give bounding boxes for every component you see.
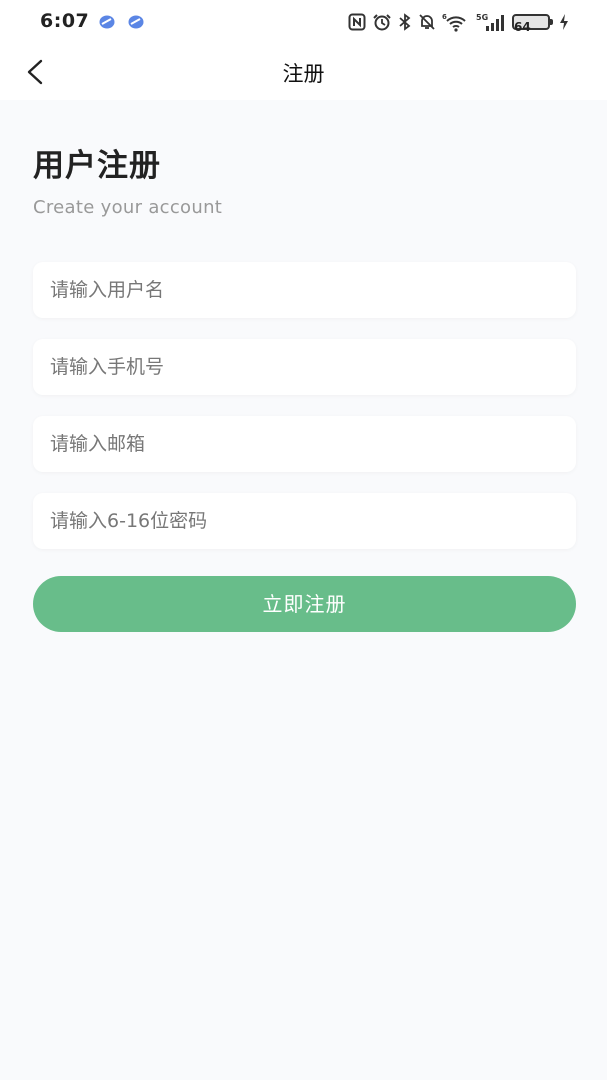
phone-field — [33, 339, 576, 395]
bluetooth-icon — [399, 13, 411, 31]
password-field — [33, 493, 576, 549]
phone-input[interactable] — [33, 339, 576, 395]
status-bar: 6:07 6 5G 64 — [0, 0, 607, 44]
battery-level: 64 — [514, 20, 531, 34]
wifi-badge: 6 — [442, 13, 447, 21]
network-type: 5G — [476, 13, 488, 22]
username-field — [33, 262, 576, 318]
password-input[interactable] — [33, 493, 576, 549]
navigation-bar: 注册 — [0, 44, 607, 100]
username-input[interactable] — [33, 262, 576, 318]
alarm-icon — [373, 14, 391, 31]
page-title: 用户注册 — [33, 148, 161, 184]
nfc-icon — [348, 13, 366, 31]
notification-app-icon — [99, 15, 115, 29]
notification-app-icon-2 — [128, 15, 144, 29]
email-field — [33, 416, 576, 472]
charging-icon — [560, 14, 568, 30]
status-time: 6:07 — [40, 10, 90, 32]
status-icons: 6 5G 64 — [348, 11, 569, 33]
page-subtitle: Create your account — [33, 197, 223, 218]
register-button[interactable]: 立即注册 — [33, 576, 576, 632]
nav-title: 注册 — [282, 62, 325, 86]
battery-icon: 64 — [512, 14, 553, 33]
wifi-icon: 6 — [442, 13, 466, 32]
signal-icon: 5G — [476, 13, 504, 31]
mute-icon — [419, 14, 435, 30]
email-input[interactable] — [33, 416, 576, 472]
